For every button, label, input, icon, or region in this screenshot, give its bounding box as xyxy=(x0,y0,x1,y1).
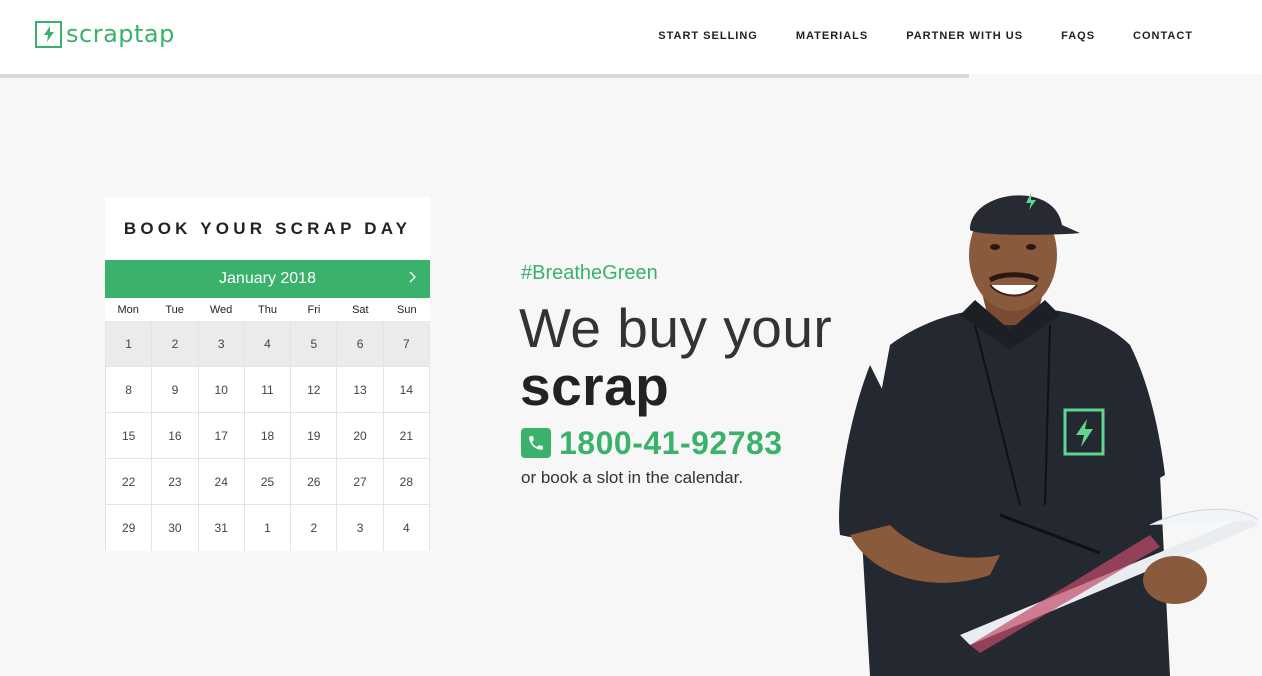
calendar-day[interactable]: 14 xyxy=(383,367,430,413)
calendar-days: 1 2 3 4 5 6 7 8 9 10 11 12 13 14 15 16 17 18 19 20 21 22 23 24 2… xyxy=(105,321,430,551)
weekday-label: Sat xyxy=(352,303,369,316)
headline: We buy your xyxy=(519,297,833,359)
calendar-day[interactable]: 2 xyxy=(152,321,199,367)
calendar-day[interactable]: 31 xyxy=(199,505,245,551)
calendar-day[interactable]: 27 xyxy=(337,459,384,505)
bolt-icon xyxy=(35,20,62,48)
calendar-month: January 2018 xyxy=(219,270,316,287)
calendar-day[interactable]: 13 xyxy=(337,367,384,413)
calendar-day[interactable]: 4 xyxy=(244,321,292,367)
calendar-day[interactable]: 10 xyxy=(198,367,245,413)
calendar-day[interactable]: 19 xyxy=(291,413,338,459)
weekday-label: Sun xyxy=(396,303,417,316)
calendar-weekdays: Mon Tue Wed Thu Fri Sat Sun xyxy=(105,298,430,321)
weekday-label: Thu xyxy=(258,303,277,316)
weekday-label: Mon xyxy=(117,303,139,316)
calendar-day[interactable]: 1 xyxy=(106,321,153,367)
phone-contact[interactable]: 1800-41-92783 xyxy=(521,425,783,461)
calendar-day[interactable]: 15 xyxy=(106,413,153,459)
calendar-day[interactable]: 21 xyxy=(383,413,430,459)
calendar-day[interactable]: 28 xyxy=(383,459,430,505)
calendar-day[interactable]: 24 xyxy=(198,459,245,505)
calendar-day[interactable]: 22 xyxy=(106,459,153,505)
phone-icon xyxy=(521,428,551,458)
slot-subtext: or book a slot in the calendar. xyxy=(521,468,744,487)
calendar-day[interactable]: 17 xyxy=(198,413,245,459)
calendar-day[interactable]: 30 xyxy=(152,505,199,551)
calendar-day[interactable]: 6 xyxy=(337,321,384,367)
page-progress-bar xyxy=(0,74,969,78)
calendar-day[interactable]: 1 xyxy=(245,505,292,551)
calendar-day[interactable]: 3 xyxy=(198,321,245,367)
calendar-day[interactable]: 5 xyxy=(291,321,338,367)
calendar-day[interactable]: 29 xyxy=(106,505,153,551)
nav-start-selling[interactable]: START SELLING xyxy=(658,30,758,42)
calendar-day[interactable]: 8 xyxy=(106,367,153,413)
nav-partner-with-us[interactable]: PARTNER WITH US xyxy=(906,30,1023,42)
staff-photo xyxy=(830,175,1262,676)
weekday-label: Wed xyxy=(209,303,233,316)
calendar-day[interactable]: 4 xyxy=(384,505,430,551)
chevron-right-icon[interactable] xyxy=(404,268,422,286)
booking-card: BOOK YOUR SCRAP DAY January 2018 Mon Tue W… xyxy=(105,197,430,551)
weekday-label: Tue xyxy=(165,303,184,316)
calendar-day[interactable]: 18 xyxy=(244,413,292,459)
calendar-day[interactable]: 26 xyxy=(291,459,338,505)
logo-text: scraptap xyxy=(66,20,175,48)
nav-materials[interactable]: MATERIALS xyxy=(796,30,868,42)
calendar-day[interactable]: 25 xyxy=(244,459,292,505)
booking-title: BOOK YOUR SCRAP DAY xyxy=(105,197,430,260)
site-header: scraptap START SELLING MATERIALS PARTNER… xyxy=(0,0,1262,74)
nav-faqs[interactable]: FAQS xyxy=(1061,30,1095,42)
calendar-day[interactable]: 11 xyxy=(244,367,292,413)
calendar-day[interactable]: 7 xyxy=(383,321,430,367)
calendar-day[interactable]: 9 xyxy=(152,367,199,413)
calendar-day[interactable]: 23 xyxy=(152,459,199,505)
calendar-day[interactable]: 3 xyxy=(337,505,384,551)
weekday-label: Fri xyxy=(307,303,321,316)
calendar-header: January 2018 xyxy=(105,260,430,298)
main-nav: START SELLING MATERIALS PARTNER WITH US … xyxy=(658,30,1193,42)
calendar-day[interactable]: 12 xyxy=(291,367,338,413)
logo[interactable]: scraptap xyxy=(35,20,175,48)
calendar-day[interactable]: 16 xyxy=(152,413,199,459)
headline-bold: scrap xyxy=(520,355,670,417)
phone-number[interactable]: 1800-41-92783 xyxy=(559,425,783,461)
nav-contact[interactable]: CONTACT xyxy=(1133,30,1193,42)
hashtag: #BreatheGreen xyxy=(521,262,658,284)
calendar-day[interactable]: 2 xyxy=(291,505,338,551)
calendar-day[interactable]: 20 xyxy=(337,413,384,459)
